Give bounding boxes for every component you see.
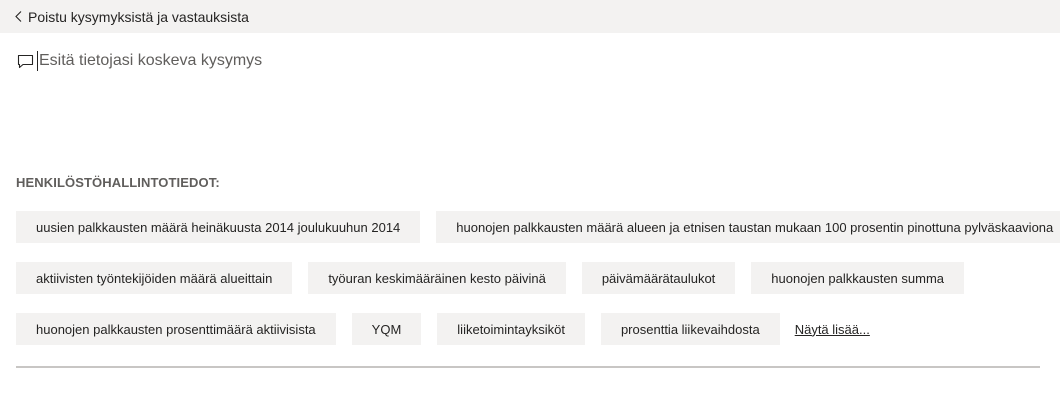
text-caret [37, 51, 38, 71]
exit-qa-label: Poistu kysymyksistä ja vastauksista [28, 8, 249, 25]
suggestion-row-2: aktiivisten työntekijöiden määrä alueitt… [16, 262, 1056, 294]
qa-input-row[interactable] [16, 48, 1036, 74]
divider [16, 366, 1040, 368]
suggestions-heading: HENKILÖSTÖHALLINTOTIEDOT: [16, 175, 220, 190]
chevron-left-icon [13, 11, 23, 23]
qa-question-input[interactable] [39, 52, 939, 70]
suggestion-chip[interactable]: YQM [351, 313, 422, 345]
suggestion-row-1: uusien palkkausten määrä heinäkuusta 201… [16, 211, 1060, 243]
suggestion-chip[interactable]: päivämäärätaulukot [581, 262, 736, 294]
exit-qa-button[interactable]: Poistu kysymyksistä ja vastauksista [0, 0, 1060, 33]
suggestion-chip[interactable]: prosenttia liikevaihdosta [600, 313, 780, 345]
show-more-link[interactable]: Näytä lisää... [795, 322, 870, 337]
suggestion-chip[interactable]: huonojen palkkausten prosenttimäärä akti… [16, 313, 336, 345]
suggestion-chips: uusien palkkausten määrä heinäkuusta 201… [16, 211, 1060, 364]
suggestion-chip[interactable]: huonojen palkkausten määrä alueen ja etn… [436, 211, 1060, 243]
suggestion-chip[interactable]: aktiivisten työntekijöiden määrä alueitt… [16, 262, 293, 294]
suggestion-chip[interactable]: liiketoimintayksiköt [437, 313, 585, 345]
suggestion-row-3: huonojen palkkausten prosenttimäärä akti… [16, 313, 1056, 345]
suggestion-chip[interactable]: työuran keskimääräinen kesto päivinä [308, 262, 566, 294]
chat-bubble-icon [16, 53, 34, 69]
suggestion-chip[interactable]: uusien palkkausten määrä heinäkuusta 201… [16, 211, 421, 243]
suggestion-chip[interactable]: huonojen palkkausten summa [751, 262, 965, 294]
